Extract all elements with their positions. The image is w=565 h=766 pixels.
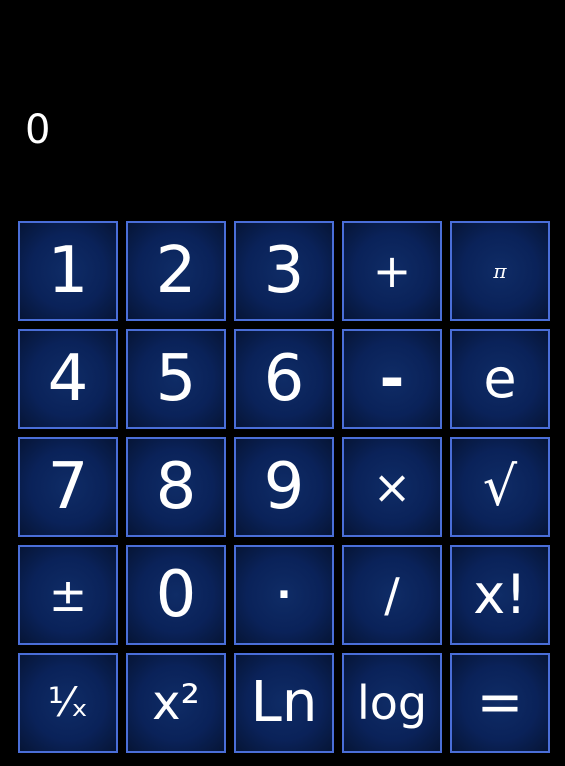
plus-button[interactable]: +: [342, 221, 442, 321]
result-display: 0: [25, 107, 51, 153]
square-root-button[interactable]: √: [450, 437, 550, 537]
keypad: 1 2 3 + π 4 5 6 - e 7 8 9 × √ ± 0 · / x!…: [18, 221, 550, 753]
multiply-button[interactable]: ×: [342, 437, 442, 537]
digit-1-button[interactable]: 1: [18, 221, 118, 321]
decimal-point-button[interactable]: ·: [234, 545, 334, 645]
digit-7-button[interactable]: 7: [18, 437, 118, 537]
natural-log-button[interactable]: Ln: [234, 653, 334, 753]
euler-e-button[interactable]: e: [450, 329, 550, 429]
log-button[interactable]: log: [342, 653, 442, 753]
equals-button[interactable]: =: [450, 653, 550, 753]
plus-minus-button[interactable]: ±: [18, 545, 118, 645]
digit-3-button[interactable]: 3: [234, 221, 334, 321]
digit-8-button[interactable]: 8: [126, 437, 226, 537]
minus-button[interactable]: -: [342, 329, 442, 429]
digit-5-button[interactable]: 5: [126, 329, 226, 429]
factorial-button[interactable]: x!: [450, 545, 550, 645]
calculator-app: 0 1 2 3 + π 4 5 6 - e 7 8 9 × √ ± 0 · / …: [0, 0, 565, 766]
digit-2-button[interactable]: 2: [126, 221, 226, 321]
square-button[interactable]: x²: [126, 653, 226, 753]
digit-9-button[interactable]: 9: [234, 437, 334, 537]
divide-button[interactable]: /: [342, 545, 442, 645]
pi-button[interactable]: π: [450, 221, 550, 321]
digit-4-button[interactable]: 4: [18, 329, 118, 429]
reciprocal-button[interactable]: ¹⁄ₓ: [18, 653, 118, 753]
digit-0-button[interactable]: 0: [126, 545, 226, 645]
digit-6-button[interactable]: 6: [234, 329, 334, 429]
